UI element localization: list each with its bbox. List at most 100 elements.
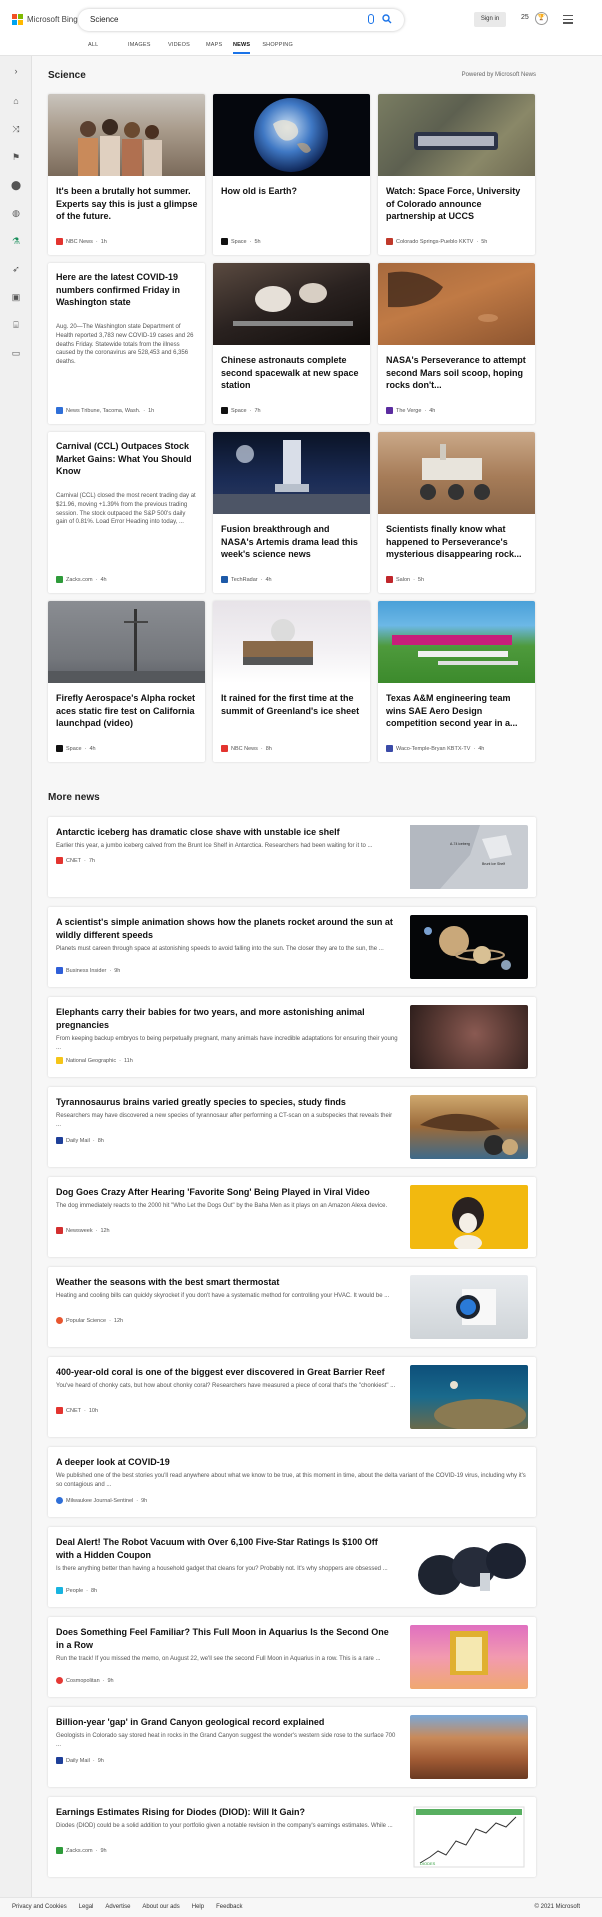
card-source[interactable]: Waco-Temple-Bryan KBTX-TV · 4h	[386, 745, 484, 752]
news-list-item[interactable]: Weather the seasons with the best smart …	[48, 1267, 536, 1347]
card-title[interactable]: Fusion breakthrough and NASA's Artemis d…	[221, 523, 363, 561]
card-source[interactable]: The Verge · 4h	[386, 407, 435, 414]
rocket-icon[interactable]: ➶	[11, 264, 21, 274]
shuffle-icon[interactable]: ⤨	[11, 124, 21, 134]
globe-icon[interactable]: ◍	[11, 208, 21, 218]
news-title[interactable]: Billion-year 'gap' in Grand Canyon geolo…	[56, 1716, 398, 1729]
flag-icon[interactable]: ⚑	[11, 152, 21, 162]
card-title[interactable]: Watch: Space Force, University of Colora…	[386, 185, 528, 223]
news-list-item[interactable]: Does Something Feel Familiar? This Full …	[48, 1617, 536, 1697]
footer-link-feedback[interactable]: Feedback	[216, 1904, 242, 1910]
news-title[interactable]: Elephants carry their babies for two yea…	[56, 1006, 398, 1032]
news-source[interactable]: CNET · 10h	[56, 1407, 98, 1414]
news-card[interactable]: NASA's Perseverance to attempt second Ma…	[378, 263, 535, 424]
tab-images[interactable]: IMAGES	[128, 40, 168, 54]
expand-chevron-icon[interactable]: ›	[11, 66, 21, 76]
tab-shopping[interactable]: SHOPPING	[262, 40, 293, 54]
news-source[interactable]: Zacks.com · 9h	[56, 1847, 107, 1854]
footer-link-help[interactable]: Help	[192, 1904, 204, 1910]
powered-by[interactable]: Powered by Microsoft News	[462, 72, 536, 78]
card-source[interactable]: Space · 5h	[221, 238, 261, 245]
news-title[interactable]: Dog Goes Crazy After Hearing 'Favorite S…	[56, 1186, 398, 1199]
rewards-points[interactable]: 25	[521, 14, 529, 21]
news-title[interactable]: A scientist's simple animation shows how…	[56, 916, 398, 942]
microphone-icon[interactable]	[368, 14, 374, 24]
bank-icon[interactable]: ⌸	[11, 320, 21, 330]
news-list-item[interactable]: Billion-year 'gap' in Grand Canyon geolo…	[48, 1707, 536, 1787]
news-card[interactable]: Fusion breakthrough and NASA's Artemis d…	[213, 432, 370, 593]
news-source[interactable]: People · 8h	[56, 1587, 97, 1594]
card-title[interactable]: Carnival (CCL) Outpaces Stock Market Gai…	[56, 440, 198, 478]
card-title[interactable]: It rained for the first time at the summ…	[221, 692, 363, 717]
news-card[interactable]: Chinese astronauts complete second space…	[213, 263, 370, 424]
news-title[interactable]: Deal Alert! The Robot Vacuum with Over 6…	[56, 1536, 398, 1562]
card-title[interactable]: It's been a brutally hot summer. Experts…	[56, 185, 198, 223]
tab-news[interactable]: NEWS	[233, 40, 251, 54]
card-source[interactable]: NBC News · 8h	[221, 745, 272, 752]
news-title[interactable]: Antarctic iceberg has dramatic close sha…	[56, 826, 398, 839]
card-title[interactable]: How old is Earth?	[221, 185, 363, 198]
tab-videos[interactable]: VIDEOS	[168, 40, 206, 54]
tab-maps[interactable]: MAPS	[206, 40, 233, 54]
tab-all[interactable]: ALL	[88, 40, 128, 54]
news-title[interactable]: Does Something Feel Familiar? This Full …	[56, 1626, 398, 1652]
news-source[interactable]: Cosmopolitan · 9h	[56, 1677, 114, 1684]
menu-icon[interactable]	[563, 15, 573, 26]
news-source[interactable]: Milwaukee Journal-Sentinel · 9h	[56, 1497, 147, 1504]
news-source[interactable]: National Geographic · 11h	[56, 1057, 133, 1064]
card-source[interactable]: NBC News · 1h	[56, 238, 107, 245]
news-card[interactable]: It rained for the first time at the summ…	[213, 601, 370, 762]
card-source[interactable]: Space · 4h	[56, 745, 96, 752]
search-icon[interactable]	[382, 14, 392, 24]
sign-in-button[interactable]: Sign in	[474, 12, 506, 27]
news-list-item[interactable]: Deal Alert! The Robot Vacuum with Over 6…	[48, 1527, 536, 1607]
card-source[interactable]: Colorado Springs-Pueblo KKTV · 5h	[386, 238, 487, 245]
search-input[interactable]: Science	[90, 15, 118, 24]
card-source[interactable]: Zacks.com · 4h	[56, 576, 107, 583]
news-source[interactable]: Daily Mail · 8h	[56, 1137, 104, 1144]
news-card[interactable]: Carnival (CCL) Outpaces Stock Market Gai…	[48, 432, 205, 593]
news-list-item[interactable]: A deeper look at COVID-19 We published o…	[48, 1447, 536, 1517]
news-card[interactable]: Firefly Aerospace's Alpha rocket aces st…	[48, 601, 205, 762]
news-title[interactable]: A deeper look at COVID-19	[56, 1456, 528, 1469]
news-title[interactable]: Tyrannosaurus brains varied greatly spec…	[56, 1096, 398, 1109]
card-source[interactable]: TechRadar · 4h	[221, 576, 272, 583]
news-card[interactable]: How old is Earth? Space · 5h	[213, 94, 370, 255]
news-list-item[interactable]: Earnings Estimates Rising for Diodes (DI…	[48, 1797, 536, 1877]
footer-link-privacy[interactable]: Privacy and Cookies	[12, 1904, 67, 1910]
news-source[interactable]: CNET · 7h	[56, 857, 95, 864]
news-source[interactable]: Business Insider · 9h	[56, 967, 120, 974]
search-box[interactable]: Science	[78, 9, 404, 31]
card-source[interactable]: Salon · 5h	[386, 576, 424, 583]
news-card[interactable]: It's been a brutally hot summer. Experts…	[48, 94, 205, 255]
news-card[interactable]: Here are the latest COVID-19 numbers con…	[48, 263, 205, 424]
footer-link-advertise[interactable]: Advertise	[105, 1904, 130, 1910]
news-title[interactable]: Weather the seasons with the best smart …	[56, 1276, 398, 1289]
news-source[interactable]: Popular Science · 12h	[56, 1317, 123, 1324]
news-card[interactable]: Texas A&M engineering team wins SAE Aero…	[378, 601, 535, 762]
news-title[interactable]: Earnings Estimates Rising for Diodes (DI…	[56, 1806, 398, 1819]
location-pin-icon[interactable]: ⬤	[11, 180, 21, 190]
news-title[interactable]: 400-year-old coral is one of the biggest…	[56, 1366, 398, 1379]
news-card[interactable]: Scientists finally know what happened to…	[378, 432, 535, 593]
card-title[interactable]: Chinese astronauts complete second space…	[221, 354, 363, 392]
card-source[interactable]: Space · 7h	[221, 407, 261, 414]
card-title[interactable]: Scientists finally know what happened to…	[386, 523, 528, 561]
science-microscope-icon[interactable]: ⚗	[11, 236, 21, 246]
news-list-item[interactable]: Antarctic iceberg has dramatic close sha…	[48, 817, 536, 897]
card-title[interactable]: Here are the latest COVID-19 numbers con…	[56, 271, 198, 309]
news-source[interactable]: Daily Mail · 9h	[56, 1757, 104, 1764]
card-title[interactable]: Texas A&M engineering team wins SAE Aero…	[386, 692, 528, 730]
news-list-item[interactable]: A scientist's simple animation shows how…	[48, 907, 536, 987]
news-list-item[interactable]: Elephants carry their babies for two yea…	[48, 997, 536, 1077]
bing-logo[interactable]: Microsoft Bing	[12, 14, 78, 25]
card-title[interactable]: Firefly Aerospace's Alpha rocket aces st…	[56, 692, 198, 730]
news-list-item[interactable]: Dog Goes Crazy After Hearing 'Favorite S…	[48, 1177, 536, 1257]
home-icon[interactable]: ⌂	[11, 96, 21, 106]
news-card[interactable]: Watch: Space Force, University of Colora…	[378, 94, 535, 255]
card-icon[interactable]: ▭	[11, 348, 21, 358]
news-list-item[interactable]: 400-year-old coral is one of the biggest…	[48, 1357, 536, 1437]
news-list-item[interactable]: Tyrannosaurus brains varied greatly spec…	[48, 1087, 536, 1167]
card-title[interactable]: NASA's Perseverance to attempt second Ma…	[386, 354, 528, 392]
video-icon[interactable]: ▣	[11, 292, 21, 302]
